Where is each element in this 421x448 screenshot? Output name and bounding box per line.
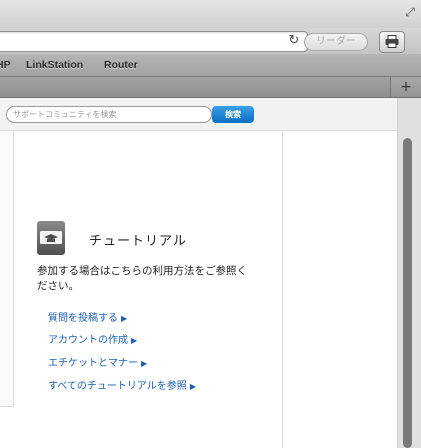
bookmark-router[interactable]: Router xyxy=(104,58,138,72)
chevron-right-icon: ▶ xyxy=(121,314,128,323)
link-all-tutorials[interactable]: すべてのチュートリアルを参照 ▶ xyxy=(48,380,196,394)
link-post-question[interactable]: 質問を投稿する ▶ xyxy=(48,312,127,326)
column-divider xyxy=(282,131,283,448)
window-titlebar: ⤢ xyxy=(0,0,421,28)
link-etiquette[interactable]: エチケットとマナー ▶ xyxy=(48,357,147,371)
bookmark-linkstation[interactable]: LinkStation xyxy=(26,58,83,72)
community-search-bar: サポートコミュニティを検索 検索 xyxy=(0,98,397,131)
vertical-scrollbar[interactable] xyxy=(397,98,421,448)
tab-strip: + xyxy=(0,77,421,98)
community-search-input[interactable]: サポートコミュニティを検索 xyxy=(6,106,212,123)
print-button[interactable] xyxy=(379,31,405,53)
left-panel xyxy=(0,131,14,407)
graduation-cap-icon xyxy=(37,221,65,255)
address-bar[interactable] xyxy=(0,31,308,52)
link-label: エチケットとマナー xyxy=(48,358,138,369)
link-label: 質問を投稿する xyxy=(48,313,118,324)
link-label: アカウントの作成 xyxy=(48,335,128,346)
tutorial-description: 参加する場合はこちらの利用方法をご参照ください。 xyxy=(37,265,247,292)
reader-button[interactable]: リーダー xyxy=(304,33,368,51)
print-icon xyxy=(385,35,399,48)
new-tab-button[interactable]: + xyxy=(390,77,421,97)
search-button[interactable]: 検索 xyxy=(212,106,254,123)
bookmark-hp[interactable]: HP xyxy=(0,58,11,72)
reload-icon[interactable]: ↻ xyxy=(288,33,300,49)
tutorial-title: チュートリアル xyxy=(89,234,187,249)
link-label: すべてのチュートリアルを参照 xyxy=(48,381,187,392)
scrollbar-thumb[interactable] xyxy=(403,138,412,448)
chevron-right-icon: ▶ xyxy=(189,382,196,391)
plus-icon: + xyxy=(400,79,412,95)
chevron-right-icon: ▶ xyxy=(131,336,138,345)
web-page: サポートコミュニティを検索 検索 チュートリアル 参加する場合はこちらの利用方法… xyxy=(0,98,397,448)
chevron-right-icon: ▶ xyxy=(141,359,148,368)
link-create-account[interactable]: アカウントの作成 ▶ xyxy=(48,334,137,348)
fullscreen-icon[interactable]: ⤢ xyxy=(403,5,417,19)
bookmarks-bar: HP LinkStation Router xyxy=(0,54,421,77)
